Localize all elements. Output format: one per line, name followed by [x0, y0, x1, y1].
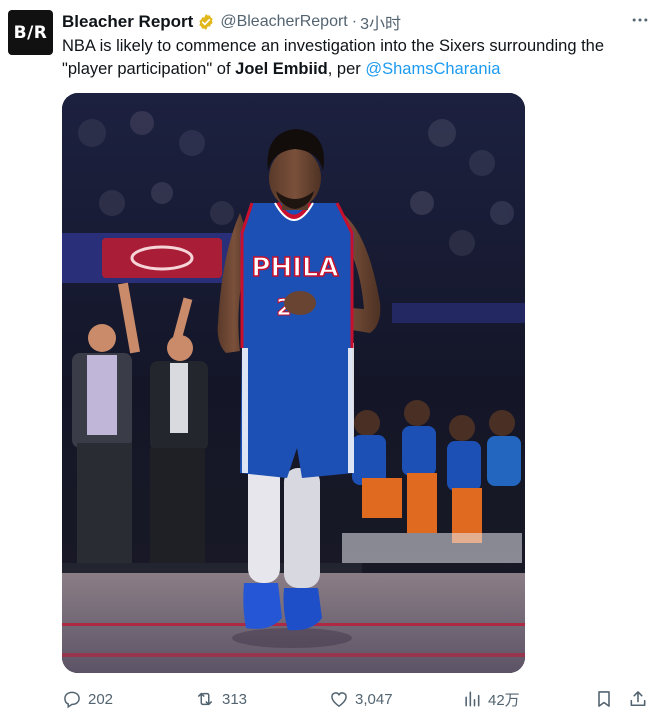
retweet-button[interactable]: 313 [194, 684, 247, 714]
views-count: 42万 [488, 691, 520, 709]
bookmark-icon [598, 691, 610, 707]
reply-count: 202 [88, 690, 114, 708]
bookmark-button[interactable] [594, 684, 620, 714]
share-button[interactable] [628, 684, 654, 714]
views-button[interactable]: 42万 [462, 684, 520, 714]
author-handle[interactable]: @BleacherReport [220, 13, 347, 31]
jersey-text: PHILA [251, 253, 338, 283]
photo-illustration: PHILA 2 [62, 93, 525, 673]
mention-link[interactable]: @ShamsCharania [365, 60, 500, 78]
share-icon [630, 691, 646, 707]
reply-button[interactable]: 202 [62, 684, 113, 714]
like-count: 3,047 [355, 690, 393, 708]
verified-badge-icon [197, 13, 215, 31]
tweet-text-part2: , per [327, 60, 366, 78]
reply-icon [64, 691, 80, 709]
avatar-logo-text: B/R [13, 22, 48, 43]
tweet-actions-bar: 202 313 3,047 42万 [62, 684, 658, 714]
tweet-media-photo[interactable]: PHILA 2 [62, 93, 525, 673]
views-chart-icon [465, 691, 480, 707]
heart-icon [331, 692, 347, 707]
more-dots-icon[interactable] [628, 8, 652, 32]
retweet-count: 313 [222, 690, 248, 708]
like-button[interactable]: 3,047 [329, 684, 393, 714]
separator-dot: · [351, 13, 358, 30]
author-display-name[interactable]: Bleacher Report [62, 12, 193, 32]
avatar[interactable]: B/R [8, 10, 53, 55]
tweet-text: NBA is likely to commence an investigati… [62, 35, 652, 81]
tweet-timestamp[interactable]: 3小时 [360, 10, 401, 34]
retweet-icon [198, 692, 212, 706]
tweet-header: Bleacher Report @BleacherReport · 3小时 [62, 10, 648, 34]
tweet-text-bold-name: Joel Embiid [235, 60, 328, 78]
